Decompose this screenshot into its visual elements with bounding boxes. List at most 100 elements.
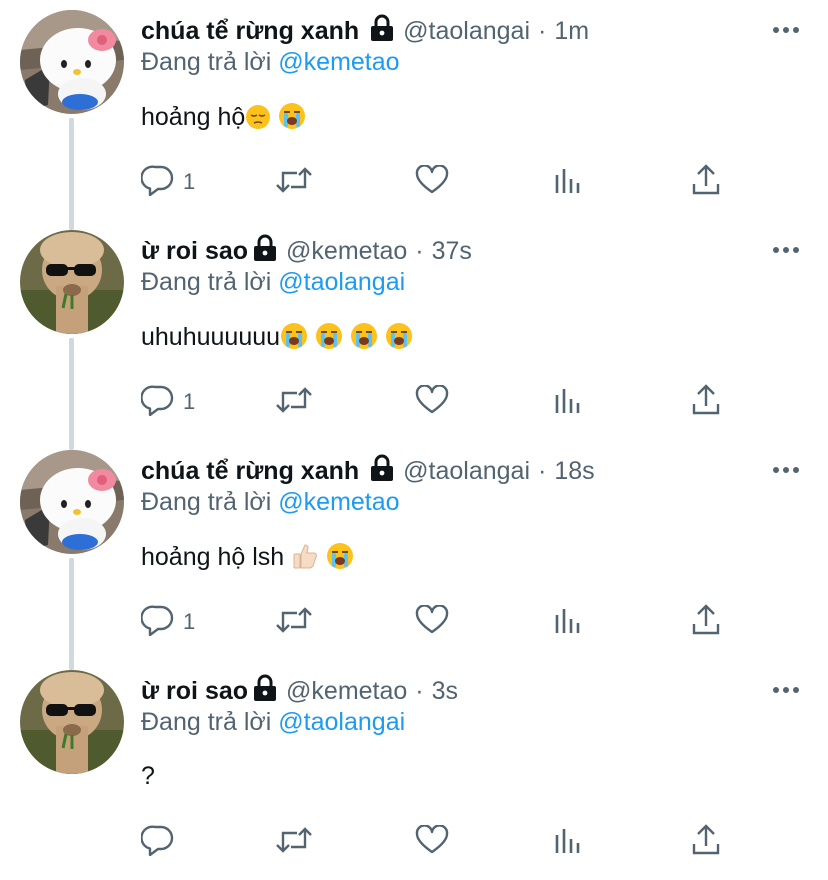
loudly-crying-face-emoji bbox=[350, 322, 378, 357]
tweet-actions: 1 bbox=[140, 383, 731, 421]
analytics-bars-icon bbox=[553, 605, 583, 640]
tweet-actions: 1 bbox=[140, 163, 731, 201]
heart-icon bbox=[415, 163, 449, 200]
tweet-header: ừ roi sao @kemetao · 3s bbox=[141, 674, 458, 708]
tweet-thread: chúa tể rừng xanh @taolangai · 1m Đang t… bbox=[0, 0, 828, 856]
timestamp[interactable]: 3s bbox=[432, 677, 458, 706]
more-dots-icon[interactable] bbox=[772, 462, 800, 473]
heart-icon bbox=[415, 823, 449, 860]
handle[interactable]: @taolangai bbox=[403, 17, 530, 46]
share-upload-icon bbox=[691, 163, 721, 201]
analytics-button[interactable] bbox=[553, 384, 583, 420]
reply-button[interactable]: 1 bbox=[140, 164, 196, 201]
tweet-text-body: uhuhuuuuuu bbox=[141, 323, 281, 351]
replying-to: Đang trả lời @kemetao bbox=[141, 48, 400, 77]
more-dots-icon[interactable] bbox=[772, 682, 800, 693]
pensive-face-emoji bbox=[245, 104, 271, 137]
like-button[interactable] bbox=[415, 163, 449, 200]
tweet-header: chúa tể rừng xanh @taolangai · 1m bbox=[141, 14, 589, 48]
avatar-alpaca[interactable] bbox=[20, 230, 124, 334]
like-button[interactable] bbox=[415, 383, 449, 420]
tweet-header: ừ roi sao @kemetao · 37s bbox=[141, 234, 472, 268]
avatar-hello-kitty[interactable] bbox=[20, 450, 124, 554]
replying-to: Đang trả lời @kemetao bbox=[141, 488, 400, 517]
display-name[interactable]: ừ roi sao bbox=[141, 237, 248, 266]
like-button[interactable] bbox=[415, 603, 449, 640]
analytics-button[interactable] bbox=[553, 164, 583, 200]
more-dots-icon[interactable] bbox=[772, 22, 800, 33]
handle[interactable]: @kemetao bbox=[286, 677, 407, 706]
reply-mention-link[interactable]: @taolangai bbox=[278, 708, 405, 736]
display-name[interactable]: ừ roi sao bbox=[141, 677, 248, 706]
loudly-crying-face-emoji bbox=[385, 322, 413, 357]
analytics-bars-icon bbox=[553, 385, 583, 420]
retweet-icon bbox=[275, 825, 313, 860]
separator: · bbox=[538, 16, 547, 45]
analytics-bars-icon bbox=[553, 165, 583, 200]
tweet-text: hoảng hộ bbox=[141, 102, 306, 137]
tweet[interactable]: chúa tể rừng xanh @taolangai · 1m Đang t… bbox=[0, 0, 828, 220]
lock-icon bbox=[252, 234, 278, 269]
tweet-actions: 1 bbox=[140, 603, 731, 641]
retweet-icon bbox=[275, 165, 313, 200]
separator: · bbox=[415, 676, 424, 705]
reply-mention-link[interactable]: @kemetao bbox=[278, 48, 399, 76]
reply-count: 1 bbox=[183, 609, 196, 634]
loudly-crying-face-emoji bbox=[326, 542, 354, 577]
timestamp[interactable]: 18s bbox=[554, 457, 594, 486]
retweet-icon bbox=[275, 385, 313, 420]
lock-icon bbox=[369, 454, 395, 489]
lock-icon bbox=[369, 14, 395, 49]
avatar-hello-kitty[interactable] bbox=[20, 10, 124, 114]
separator: · bbox=[415, 236, 424, 265]
tweet[interactable]: ừ roi sao @kemetao · 3s Đang trả lời @ta… bbox=[0, 660, 828, 880]
replying-to-label: Đang trả lời bbox=[141, 708, 272, 736]
share-button[interactable] bbox=[691, 163, 721, 201]
tweet[interactable]: chúa tể rừng xanh @taolangai · 18s Đang … bbox=[0, 440, 828, 660]
thumbs-up-light-skin-emoji bbox=[291, 542, 319, 577]
display-name[interactable]: chúa tể rừng xanh bbox=[141, 17, 359, 46]
loudly-crying-face-emoji bbox=[280, 322, 308, 357]
retweet-button[interactable] bbox=[275, 164, 313, 200]
heart-icon bbox=[415, 603, 449, 640]
handle[interactable]: @taolangai bbox=[403, 457, 530, 486]
tweet-text-body: hoảng hộ lsh bbox=[141, 543, 292, 571]
analytics-button[interactable] bbox=[553, 604, 583, 640]
reply-button[interactable]: 1 bbox=[140, 604, 196, 641]
reply-bubble-icon bbox=[140, 164, 175, 201]
reply-mention-link[interactable]: @kemetao bbox=[278, 488, 399, 516]
tweet-text-body: ? bbox=[141, 762, 155, 790]
display-name[interactable]: chúa tể rừng xanh bbox=[141, 457, 359, 486]
analytics-bars-icon bbox=[553, 825, 583, 860]
reply-bubble-icon bbox=[140, 604, 175, 641]
tweet[interactable]: ừ roi sao @kemetao · 37s Đang trả lời @t… bbox=[0, 220, 828, 440]
reply-button[interactable]: 1 bbox=[140, 384, 195, 421]
reply-bubble-icon bbox=[140, 384, 175, 421]
heart-icon bbox=[415, 383, 449, 420]
replying-to: Đang trả lời @taolangai bbox=[141, 708, 405, 737]
tweet-text: uhuhuuuuuu bbox=[141, 322, 413, 357]
replying-to-label: Đang trả lời bbox=[141, 488, 272, 516]
replying-to: Đang trả lời @taolangai bbox=[141, 268, 405, 297]
retweet-icon bbox=[275, 605, 313, 640]
reply-count: 1 bbox=[183, 169, 196, 194]
handle[interactable]: @kemetao bbox=[286, 237, 407, 266]
retweet-button[interactable] bbox=[275, 604, 313, 640]
separator: · bbox=[538, 456, 547, 485]
avatar-alpaca[interactable] bbox=[20, 670, 124, 774]
share-button[interactable] bbox=[691, 383, 721, 421]
share-upload-icon bbox=[691, 383, 721, 421]
loudly-crying-face-emoji bbox=[315, 322, 343, 357]
replying-to-label: Đang trả lời bbox=[141, 48, 272, 76]
timestamp[interactable]: 1m bbox=[554, 17, 589, 46]
lock-icon bbox=[252, 674, 278, 709]
share-button[interactable] bbox=[691, 603, 721, 640]
reply-mention-link[interactable]: @taolangai bbox=[278, 268, 405, 296]
replying-to-label: Đang trả lời bbox=[141, 268, 272, 296]
tweet-text: hoảng hộ lsh bbox=[141, 542, 354, 577]
tweet-text: ? bbox=[141, 762, 155, 791]
timestamp[interactable]: 37s bbox=[432, 237, 472, 266]
retweet-button[interactable] bbox=[275, 384, 313, 420]
tweet-header: chúa tể rừng xanh @taolangai · 18s bbox=[141, 454, 595, 488]
more-dots-icon[interactable] bbox=[772, 242, 800, 253]
